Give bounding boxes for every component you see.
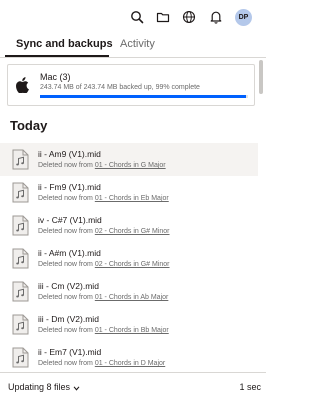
apple-icon xyxy=(16,77,29,94)
file-meta: Deleted now from 01 - Chords in Ab Major xyxy=(38,294,168,301)
file-name: ii - Am9 (V1).mid xyxy=(38,149,101,159)
device-name: Mac (3) xyxy=(40,72,71,82)
search-icon[interactable] xyxy=(130,10,144,24)
folder-link[interactable]: 01 - Chords in D Major xyxy=(95,360,165,367)
midi-file-icon xyxy=(12,314,29,335)
globe-icon[interactable] xyxy=(182,10,196,24)
file-name: iii - Cm (V2).mid xyxy=(38,281,99,291)
deleted-label: Deleted now from xyxy=(38,327,95,334)
scrollbar-thumb[interactable] xyxy=(259,60,263,94)
backup-status-text: 243.74 MB of 243.74 MB backed up, 99% co… xyxy=(40,84,200,91)
list-item[interactable]: iii - Dm (V2).mid Deleted now from 01 - C… xyxy=(0,308,258,341)
deleted-label: Deleted now from xyxy=(38,360,95,367)
list-item[interactable]: ii - Em7 (V1).mid Deleted now from 01 - C… xyxy=(0,341,258,374)
midi-file-icon xyxy=(12,182,29,203)
scrollbar[interactable] xyxy=(258,60,264,370)
folder-link[interactable]: 01 - Chords in Eb Major xyxy=(95,195,169,202)
midi-file-icon xyxy=(12,347,29,368)
file-meta: Deleted now from 02 - Chords in G# Minor xyxy=(38,228,170,235)
midi-file-icon xyxy=(12,281,29,302)
file-meta: Deleted now from 01 - Chords in G Major xyxy=(38,162,166,169)
folder-link[interactable]: 01 - Chords in Ab Major xyxy=(95,294,169,301)
list-item[interactable]: iii - Cm (V2).mid Deleted now from 01 - C… xyxy=(0,275,258,308)
file-meta: Deleted now from 01 - Chords in Bb Major xyxy=(38,327,169,334)
file-meta: Deleted now from 02 - Chords in G# Minor xyxy=(38,261,170,268)
file-name: iii - Dm (V2).mid xyxy=(38,314,99,324)
midi-file-icon xyxy=(12,215,29,236)
midi-file-icon xyxy=(12,149,29,170)
bell-icon[interactable] xyxy=(209,10,223,24)
midi-file-icon xyxy=(12,248,29,269)
list-item[interactable]: iv - C#7 (V1).mid Deleted now from 02 - C… xyxy=(0,209,258,242)
file-name: ii - A#m (V1).mid xyxy=(38,248,101,258)
file-name: ii - Em7 (V1).mid xyxy=(38,347,102,357)
folder-link[interactable]: 01 - Chords in G Major xyxy=(95,162,166,169)
top-bar: DP xyxy=(0,0,266,34)
backup-progress-fill xyxy=(40,95,246,98)
list-item[interactable]: ii - Fm9 (V1).mid Deleted now from 01 - C… xyxy=(0,176,258,209)
file-name: iv - C#7 (V1).mid xyxy=(38,215,102,225)
deleted-label: Deleted now from xyxy=(38,228,95,235)
deleted-label: Deleted now from xyxy=(38,294,95,301)
tab-sync-and-backups[interactable]: Sync and backups xyxy=(16,38,113,50)
tabs-divider xyxy=(0,57,266,58)
file-meta: Deleted now from 01 - Chords in Eb Major xyxy=(38,195,169,202)
folder-link[interactable]: 02 - Chords in G# Minor xyxy=(95,261,170,268)
tab-bar: Sync and backups Activity xyxy=(0,34,266,58)
updating-files-dropdown[interactable]: Updating 8 files xyxy=(8,382,80,393)
backup-progress-bar xyxy=(40,95,248,98)
footer-bar: Updating 8 files 1 sec xyxy=(0,372,266,401)
deleted-label: Deleted now from xyxy=(38,195,95,202)
deleted-label: Deleted now from xyxy=(38,261,95,268)
tab-activity[interactable]: Activity xyxy=(120,38,155,50)
updating-files-label: Updating 8 files xyxy=(8,382,71,392)
folder-link[interactable]: 02 - Chords in G# Minor xyxy=(95,228,170,235)
avatar[interactable]: DP xyxy=(235,9,252,26)
deleted-label: Deleted now from xyxy=(38,162,95,169)
footer-time: 1 sec xyxy=(239,382,261,392)
device-backup-card[interactable]: Mac (3) 243.74 MB of 243.74 MB backed up… xyxy=(7,64,255,106)
file-meta: Deleted now from 01 - Chords in D Major xyxy=(38,360,165,367)
list-item[interactable]: ii - Am9 (V1).mid Deleted now from 01 - C… xyxy=(0,143,258,176)
file-name: ii - Fm9 (V1).mid xyxy=(38,182,101,192)
folder-link[interactable]: 01 - Chords in Bb Major xyxy=(95,327,169,334)
folder-icon[interactable] xyxy=(156,10,170,24)
section-title-today: Today xyxy=(10,118,48,133)
chevron-down-icon xyxy=(73,383,80,393)
list-item[interactable]: ii - A#m (V1).mid Deleted now from 02 - C… xyxy=(0,242,258,275)
activity-list: ii - Am9 (V1).mid Deleted now from 01 - C… xyxy=(0,143,258,374)
